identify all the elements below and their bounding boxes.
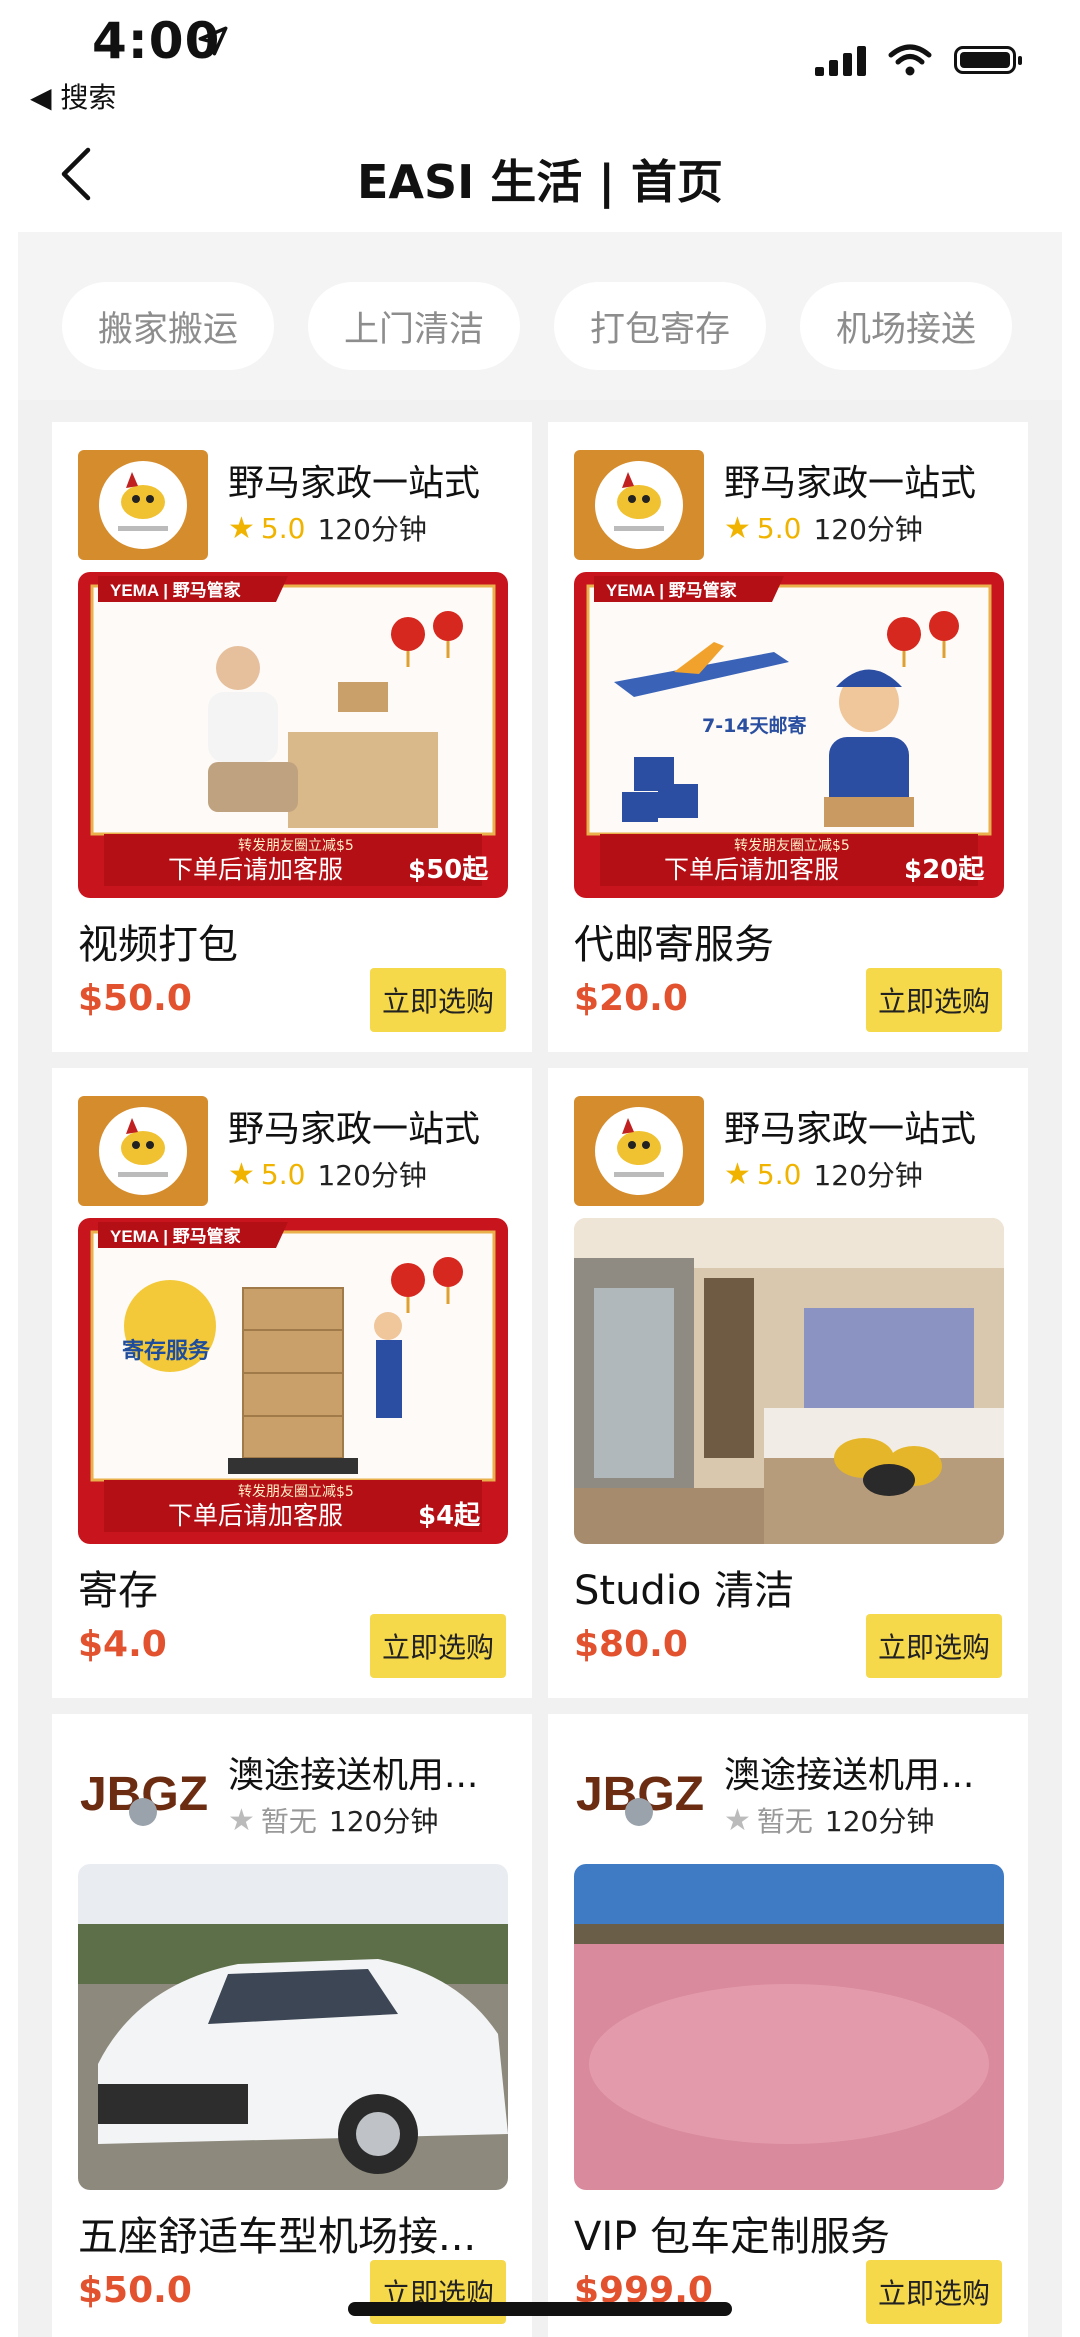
rating-row: ★ 暂无 120分钟 [724,1800,934,1840]
service-duration: 120分钟 [328,1805,439,1838]
shop-logo [78,450,208,560]
shop-logo [574,450,704,560]
location-arrow-icon [198,26,228,56]
product-card-studio-cleaning[interactable]: 野马家政一站式 ★ 5.0 120分钟 Studio 清洁 $80.0 立即选购 [548,1068,1028,1698]
star-icon: ★ [724,1802,751,1838]
product-title: 寄存 [78,1568,158,1614]
star-icon: ★ [228,1802,255,1838]
product-price: $50.0 [78,978,192,1019]
battery-icon [954,46,1022,74]
product-grid: 野马家政一站式 ★ 5.0 120分钟 YEMA | 野马管家 转发朋友圈立减$… [18,400,1062,2337]
shop-name: 野马家政一站式 [724,463,977,504]
rating-score: 5.0 [260,511,306,545]
tab-moving[interactable]: 搬家搬运 [62,282,274,370]
service-duration: 120分钟 [317,1159,427,1192]
product-image: YEMA | 野马管家 寄存服务 转发朋友圈立减$5 下单后请加客服 $4起 [78,1218,508,1544]
rating-row: ★ 5.0 120分钟 [228,1154,427,1194]
yema-logo-text: YEMA | 野马管家 [110,1226,241,1246]
banner-text: 下单后请加客服 [168,1501,343,1530]
service-duration: 120分钟 [824,1805,935,1838]
banner-badge: 寄存服务 [122,1338,211,1364]
rating-score: 5.0 [756,511,802,545]
rating-score: 暂无 [260,1805,317,1838]
rating-row: ★ 5.0 120分钟 [724,1154,923,1194]
product-title: 五座舒适车型机场接... [78,2214,477,2260]
banner-price: $20起 [904,855,985,885]
star-icon: ★ [724,1156,751,1192]
buy-now-button[interactable]: 立即选购 [866,968,1002,1032]
star-icon: ★ [724,510,751,546]
tab-packing-storage[interactable]: 打包寄存 [554,282,766,370]
banner-price: $50起 [408,855,489,885]
product-image [78,1864,508,2190]
product-card-airport-pickup[interactable]: JBGZ 澳途接送机用... ★ 暂无 120分钟 五座舒适车型机场接... $… [52,1714,532,2337]
product-card-vip-charter[interactable]: JBGZ 澳途接送机用... ★ 暂无 120分钟 VIP 包车定制服务 $99… [548,1714,1028,2337]
buy-now-button[interactable]: 立即选购 [370,1614,506,1678]
page-title: EASI 生活 | 首页 [356,155,724,209]
yema-logo-text: YEMA | 野马管家 [110,580,241,600]
banner-subtext: 转发朋友圈立减$5 [734,838,850,854]
product-card-video-packing[interactable]: 野马家政一站式 ★ 5.0 120分钟 YEMA | 野马管家 转发朋友圈立减$… [52,422,532,1052]
service-duration: 120分钟 [813,513,923,546]
product-title: 视频打包 [78,922,238,968]
product-image: YEMA | 野马管家 转发朋友圈立减$5 下单后请加客服 $50起 [78,572,508,898]
product-title: VIP 包车定制服务 [574,2214,890,2260]
product-price: $4.0 [78,1624,167,1665]
shop-logo [78,1096,208,1206]
banner-text: 下单后请加客服 [168,855,343,884]
cellular-signal-icon [815,44,866,76]
product-price: $80.0 [574,1624,688,1665]
tab-airport-transfer[interactable]: 机场接送 [800,282,1012,370]
product-title: Studio 清洁 [574,1568,795,1614]
shop-name: 澳途接送机用... [228,1755,479,1796]
product-title: 代邮寄服务 [574,922,774,968]
rating-row: ★ 5.0 120分钟 [228,508,427,548]
banner-price: $4起 [418,1501,481,1531]
status-bar: 4:00 ◀ 搜索 [0,0,1080,120]
banner-text: 下单后请加客服 [664,855,839,884]
star-icon: ★ [228,510,255,546]
banner-subtext: 转发朋友圈立减$5 [238,838,354,854]
star-icon: ★ [228,1156,255,1192]
banner-badge: 7-14天邮寄 [702,714,807,737]
product-card-storage[interactable]: 野马家政一站式 ★ 5.0 120分钟 YEMA | 野马管家 寄存服务 转发朋… [52,1068,532,1698]
wifi-icon [888,44,932,76]
rating-row: ★ 暂无 120分钟 [228,1800,438,1840]
rating-score: 5.0 [260,1157,306,1191]
shop-name: 野马家政一站式 [228,463,481,504]
product-price: $20.0 [574,978,688,1019]
buy-now-button[interactable]: 立即选购 [370,968,506,1032]
product-image [574,1218,1004,1544]
rating-score: 暂无 [756,1805,813,1838]
shop-name: 野马家政一站式 [228,1109,481,1150]
shop-logo [574,1096,704,1206]
product-price: $50.0 [78,2270,192,2311]
product-image [574,1864,1004,2190]
buy-now-button[interactable]: 立即选购 [866,1614,1002,1678]
system-icons [815,40,1022,80]
home-indicator[interactable] [348,2302,732,2316]
rating-score: 5.0 [756,1157,802,1191]
yema-logo-text: YEMA | 野马管家 [606,580,737,600]
product-card-mail-service[interactable]: 野马家政一站式 ★ 5.0 120分钟 YEMA | 野马管家 7-14天邮寄 [548,422,1028,1052]
shop-name: 澳途接送机用... [724,1755,975,1796]
tab-cleaning[interactable]: 上门清洁 [308,282,520,370]
navigation-bar: EASI 生活 | 首页 [0,120,1080,230]
service-duration: 120分钟 [813,1159,923,1192]
service-duration: 120分钟 [317,513,427,546]
back-to-app-link[interactable]: ◀ 搜索 [30,76,116,116]
category-tabs: 搬家搬运 上门清洁 打包寄存 机场接送 [18,232,1062,400]
product-image: YEMA | 野马管家 7-14天邮寄 转发朋友圈立减$5 下单后请加客服 $2… [574,572,1004,898]
shop-logo: JBGZ [78,1742,208,1852]
shop-logo: JBGZ [574,1742,704,1852]
buy-now-button[interactable]: 立即选购 [866,2260,1002,2324]
shop-name: 野马家政一站式 [724,1109,977,1150]
rating-row: ★ 5.0 120分钟 [724,508,923,548]
banner-subtext: 转发朋友圈立减$5 [238,1484,354,1500]
